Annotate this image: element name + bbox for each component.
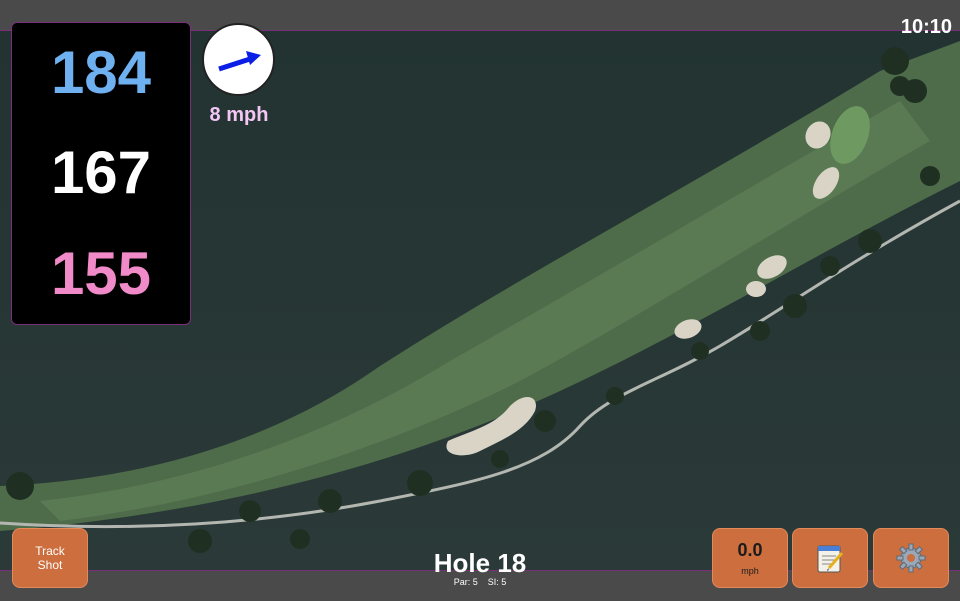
clock: 10:10 bbox=[900, 16, 952, 38]
distance-back: 184 bbox=[50, 39, 152, 107]
settings-button[interactable] bbox=[873, 528, 949, 588]
wind-speed: 8 mph bbox=[209, 104, 269, 126]
track-shot-label-2: Shot bbox=[37, 558, 63, 572]
gear-icon bbox=[896, 543, 926, 573]
speed-value: 0.0 bbox=[737, 539, 763, 560]
notes-button[interactable] bbox=[792, 528, 868, 588]
wind-indicator bbox=[202, 23, 275, 96]
distance-panel: 184 167 155 bbox=[11, 22, 191, 325]
hole-par: Par: 5 bbox=[453, 577, 478, 587]
wind-arrow-icon bbox=[218, 51, 261, 72]
speed-button[interactable]: 0.0 mph bbox=[712, 528, 788, 588]
track-shot-button[interactable]: Track Shot bbox=[12, 528, 88, 588]
distance-front: 155 bbox=[50, 239, 152, 307]
track-shot-label-1: Track bbox=[35, 544, 65, 558]
distance-middle: 167 bbox=[50, 139, 152, 207]
hole-title: Hole 18 bbox=[433, 548, 527, 578]
hole-si: SI: 5 bbox=[487, 577, 507, 587]
speed-unit: mph bbox=[741, 565, 759, 576]
hole-meta: Par: 5 SI: 5 bbox=[380, 577, 580, 587]
notepad-icon bbox=[817, 545, 844, 573]
